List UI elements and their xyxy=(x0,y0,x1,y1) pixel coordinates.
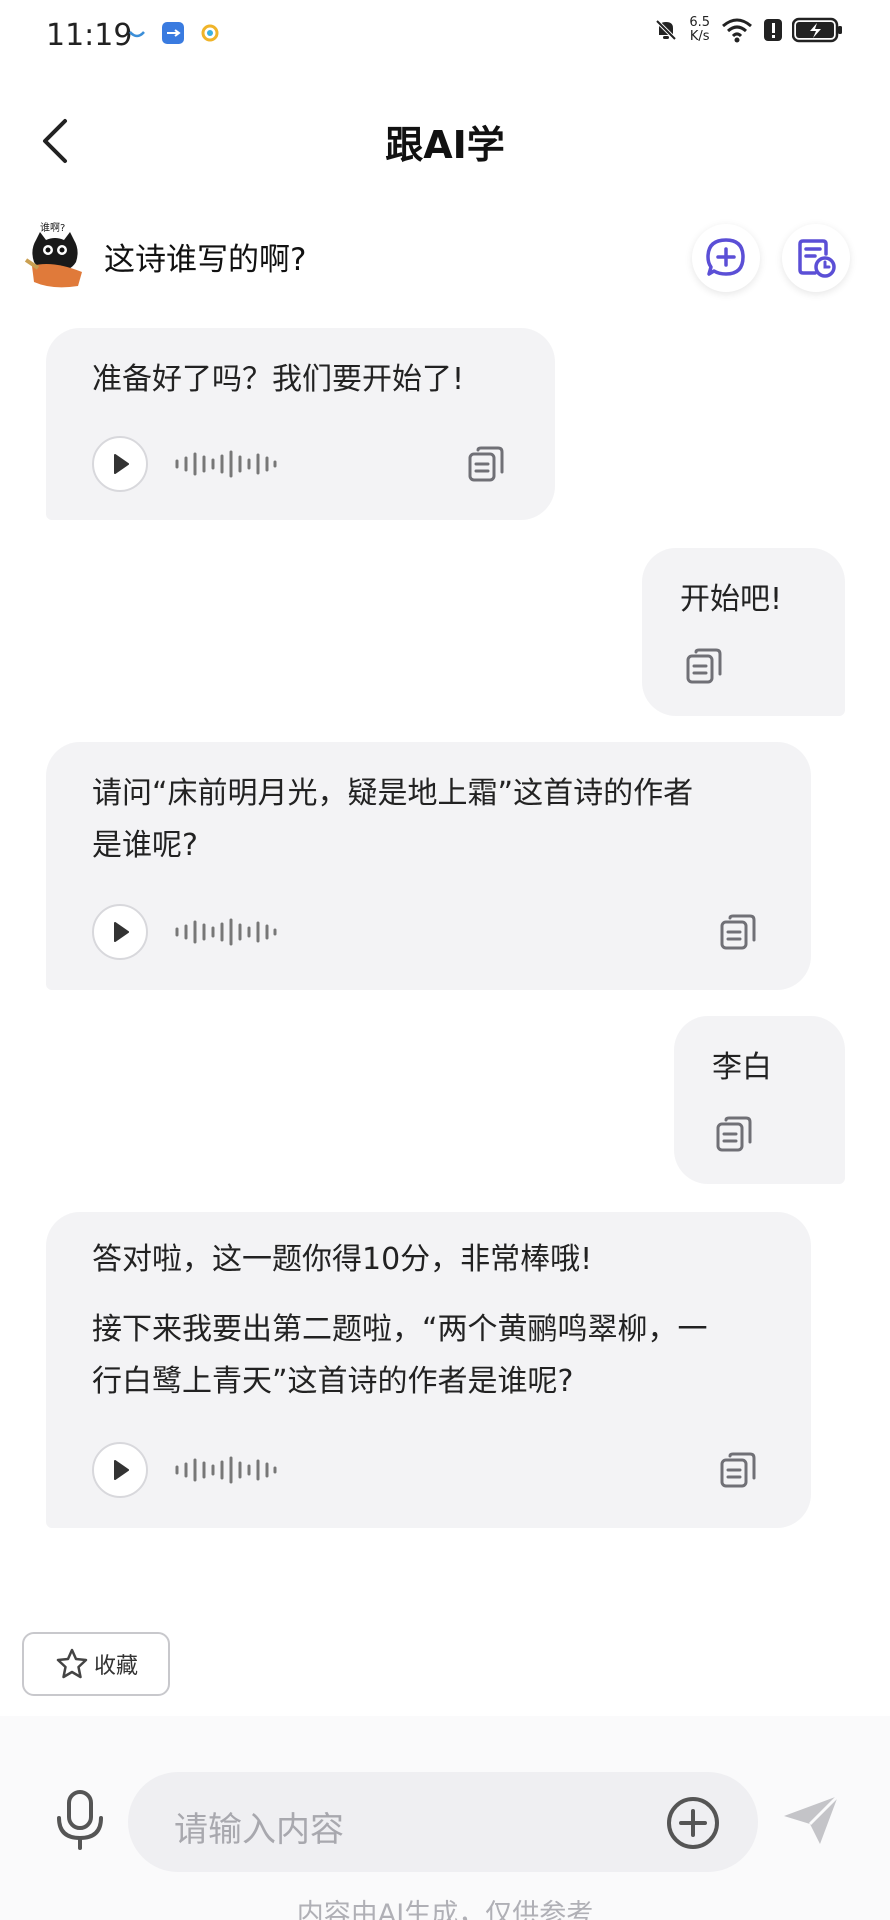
message-input[interactable]: 请输入内容 xyxy=(128,1772,758,1872)
microphone-icon[interactable] xyxy=(52,1788,108,1852)
alert-icon xyxy=(764,19,782,41)
header: 跟AI学 xyxy=(0,100,890,180)
copy-icon[interactable] xyxy=(718,912,758,952)
add-attachment-icon[interactable] xyxy=(666,1796,720,1850)
play-icon xyxy=(114,1460,129,1480)
avatar: 谁啊? xyxy=(24,222,82,288)
app-notification-icon xyxy=(201,24,219,42)
message-line: 答对啦，这一题你得10分，非常棒哦! xyxy=(92,1242,593,1277)
history-icon xyxy=(798,239,836,278)
net-speed-unit: K/s xyxy=(689,29,710,44)
ai-message-bubble: 答对啦，这一题你得10分，非常棒哦! 接下来我要出第二题啦，“两个黄鹂鸣翠柳，一… xyxy=(46,1212,811,1528)
status-system-icons: 6.5 K/s xyxy=(653,16,844,44)
copy-icon[interactable] xyxy=(714,1114,754,1154)
page-title: 跟AI学 xyxy=(385,123,505,167)
play-audio-button[interactable] xyxy=(92,1442,148,1498)
new-chat-button[interactable] xyxy=(692,224,760,292)
add-message-icon xyxy=(706,238,745,276)
avatar-text: 谁啊? xyxy=(40,222,65,234)
wifi-icon xyxy=(722,18,752,43)
ai-disclaimer: 内容由AI生成，仅供参考 xyxy=(296,1899,594,1920)
play-audio-button[interactable] xyxy=(92,436,148,492)
audio-waveform-icon xyxy=(175,918,277,946)
net-speed: 6.5 K/s xyxy=(689,16,710,44)
user-message-bubble: 开始吧! xyxy=(642,548,845,716)
user-message-bubble: 李白 xyxy=(674,1016,845,1184)
message-text: 请问“床前明月光，疑是地上霜”这首诗的作者 是谁呢? xyxy=(92,768,693,872)
ai-message-bubble: 请问“床前明月光，疑是地上霜”这首诗的作者 是谁呢? xyxy=(46,742,811,990)
send-icon[interactable] xyxy=(780,1792,842,1848)
favorite-label: 收藏 xyxy=(93,1654,138,1679)
input-bar: 请输入内容 内容由AI生成，仅供参考 xyxy=(0,1716,890,1920)
topic-row: 谁啊? 这诗谁写的啊? xyxy=(0,220,890,292)
input-placeholder: 请输入内容 xyxy=(174,1810,344,1850)
usb-icon xyxy=(162,22,184,44)
mute-icon xyxy=(655,19,677,41)
play-icon xyxy=(114,454,129,474)
status-time: 11:19 xyxy=(46,18,133,53)
star-icon xyxy=(56,1648,88,1679)
message-line: 接下来我要出第二题啦，“两个黄鹂鸣翠柳，一 xyxy=(92,1312,708,1347)
message-text: 准备好了吗？我们要开始了! xyxy=(92,362,465,397)
message-line: 请问“床前明月光，疑是地上霜”这首诗的作者 xyxy=(92,776,694,811)
audio-waveform-icon xyxy=(175,1456,277,1484)
history-button[interactable] xyxy=(782,224,850,292)
message-line: 行白鹭上青天”这首诗的作者是谁呢? xyxy=(92,1364,574,1399)
topic-text: 这诗谁写的啊? xyxy=(104,242,307,278)
battery-charging-icon xyxy=(792,17,842,43)
net-speed-value: 6.5 xyxy=(689,15,710,30)
message-line: 是谁呢? xyxy=(92,828,198,863)
status-bar: 11:19 6.5 K/s xyxy=(0,0,890,72)
status-notification-icons xyxy=(128,22,220,44)
message-text: 开始吧! xyxy=(680,582,783,617)
copy-icon[interactable] xyxy=(466,444,506,484)
message-text: 答对啦，这一题你得10分，非常棒哦! 接下来我要出第二题啦，“两个黄鹂鸣翠柳，一… xyxy=(92,1234,708,1408)
play-icon xyxy=(114,922,129,942)
message-text: 李白 xyxy=(712,1050,772,1085)
copy-icon[interactable] xyxy=(718,1450,758,1490)
ai-message-bubble: 准备好了吗？我们要开始了! xyxy=(46,328,555,520)
audio-waveform-icon xyxy=(175,450,277,478)
copy-icon[interactable] xyxy=(684,646,724,686)
favorite-button[interactable]: 收藏 xyxy=(22,1632,170,1696)
weather-icon xyxy=(129,31,145,38)
play-audio-button[interactable] xyxy=(92,904,148,960)
